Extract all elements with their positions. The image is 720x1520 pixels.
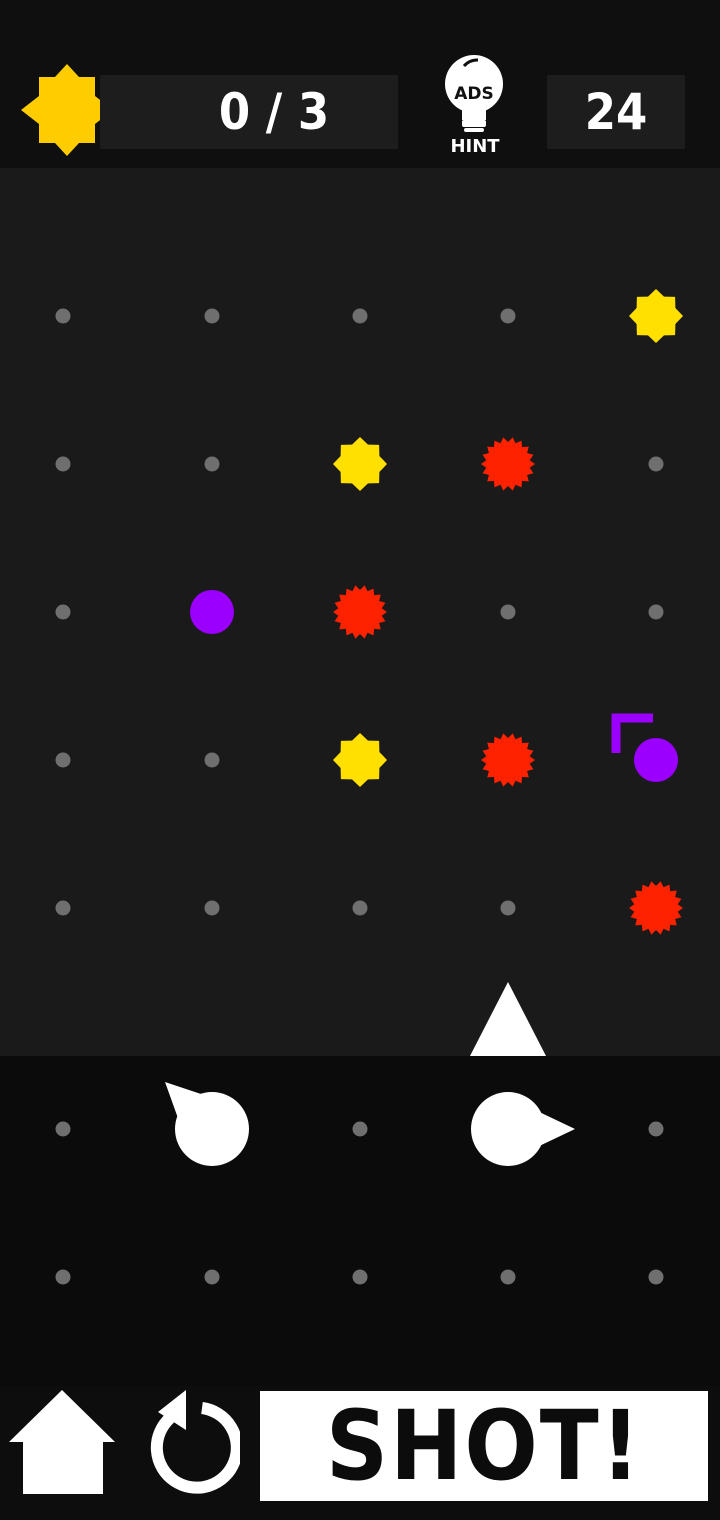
grid-dot [55, 900, 71, 916]
pieces-layer [0, 0, 720, 1520]
grid-dot [204, 1269, 220, 1285]
grid-dot [204, 900, 220, 916]
launcher-arrow[interactable] [470, 982, 546, 1056]
red-burst [481, 733, 535, 787]
grid-dot [648, 1121, 664, 1137]
home-icon [9, 1390, 115, 1494]
purple-ball[interactable] [188, 588, 236, 636]
red-burst [481, 437, 535, 491]
grid-dot [55, 456, 71, 472]
grid-dot [352, 900, 368, 916]
grid-dot [352, 308, 368, 324]
yellow-star [333, 437, 387, 491]
grid-dot [500, 604, 516, 620]
yellow-star [629, 289, 683, 343]
restart-button[interactable] [140, 1390, 240, 1496]
grid-dot [55, 604, 71, 620]
grid-dot [648, 604, 664, 620]
grid-dot [648, 456, 664, 472]
grid-dot [204, 456, 220, 472]
purple-target [611, 713, 678, 782]
grid-dot [352, 1121, 368, 1137]
grid-dot [648, 1269, 664, 1285]
grid-dot [500, 900, 516, 916]
shot-button-label: SHOT! [325, 1390, 643, 1502]
red-burst [333, 585, 387, 639]
grid-dot [204, 308, 220, 324]
grid-dot [55, 308, 71, 324]
grid-dot [55, 1121, 71, 1137]
shot-button[interactable]: SHOT! [260, 1390, 708, 1502]
deflector-piece[interactable] [428, 1049, 588, 1209]
restart-icon [150, 1390, 240, 1494]
yellow-star [333, 733, 387, 787]
home-button[interactable] [9, 1390, 115, 1496]
grid-dot [352, 1269, 368, 1285]
grid-dot [55, 752, 71, 768]
red-burst [629, 881, 683, 935]
grid-dot [500, 308, 516, 324]
grid-dot [500, 1269, 516, 1285]
deflector-piece[interactable] [132, 1049, 292, 1209]
grid-dot [204, 752, 220, 768]
grid-dot [55, 1269, 71, 1285]
